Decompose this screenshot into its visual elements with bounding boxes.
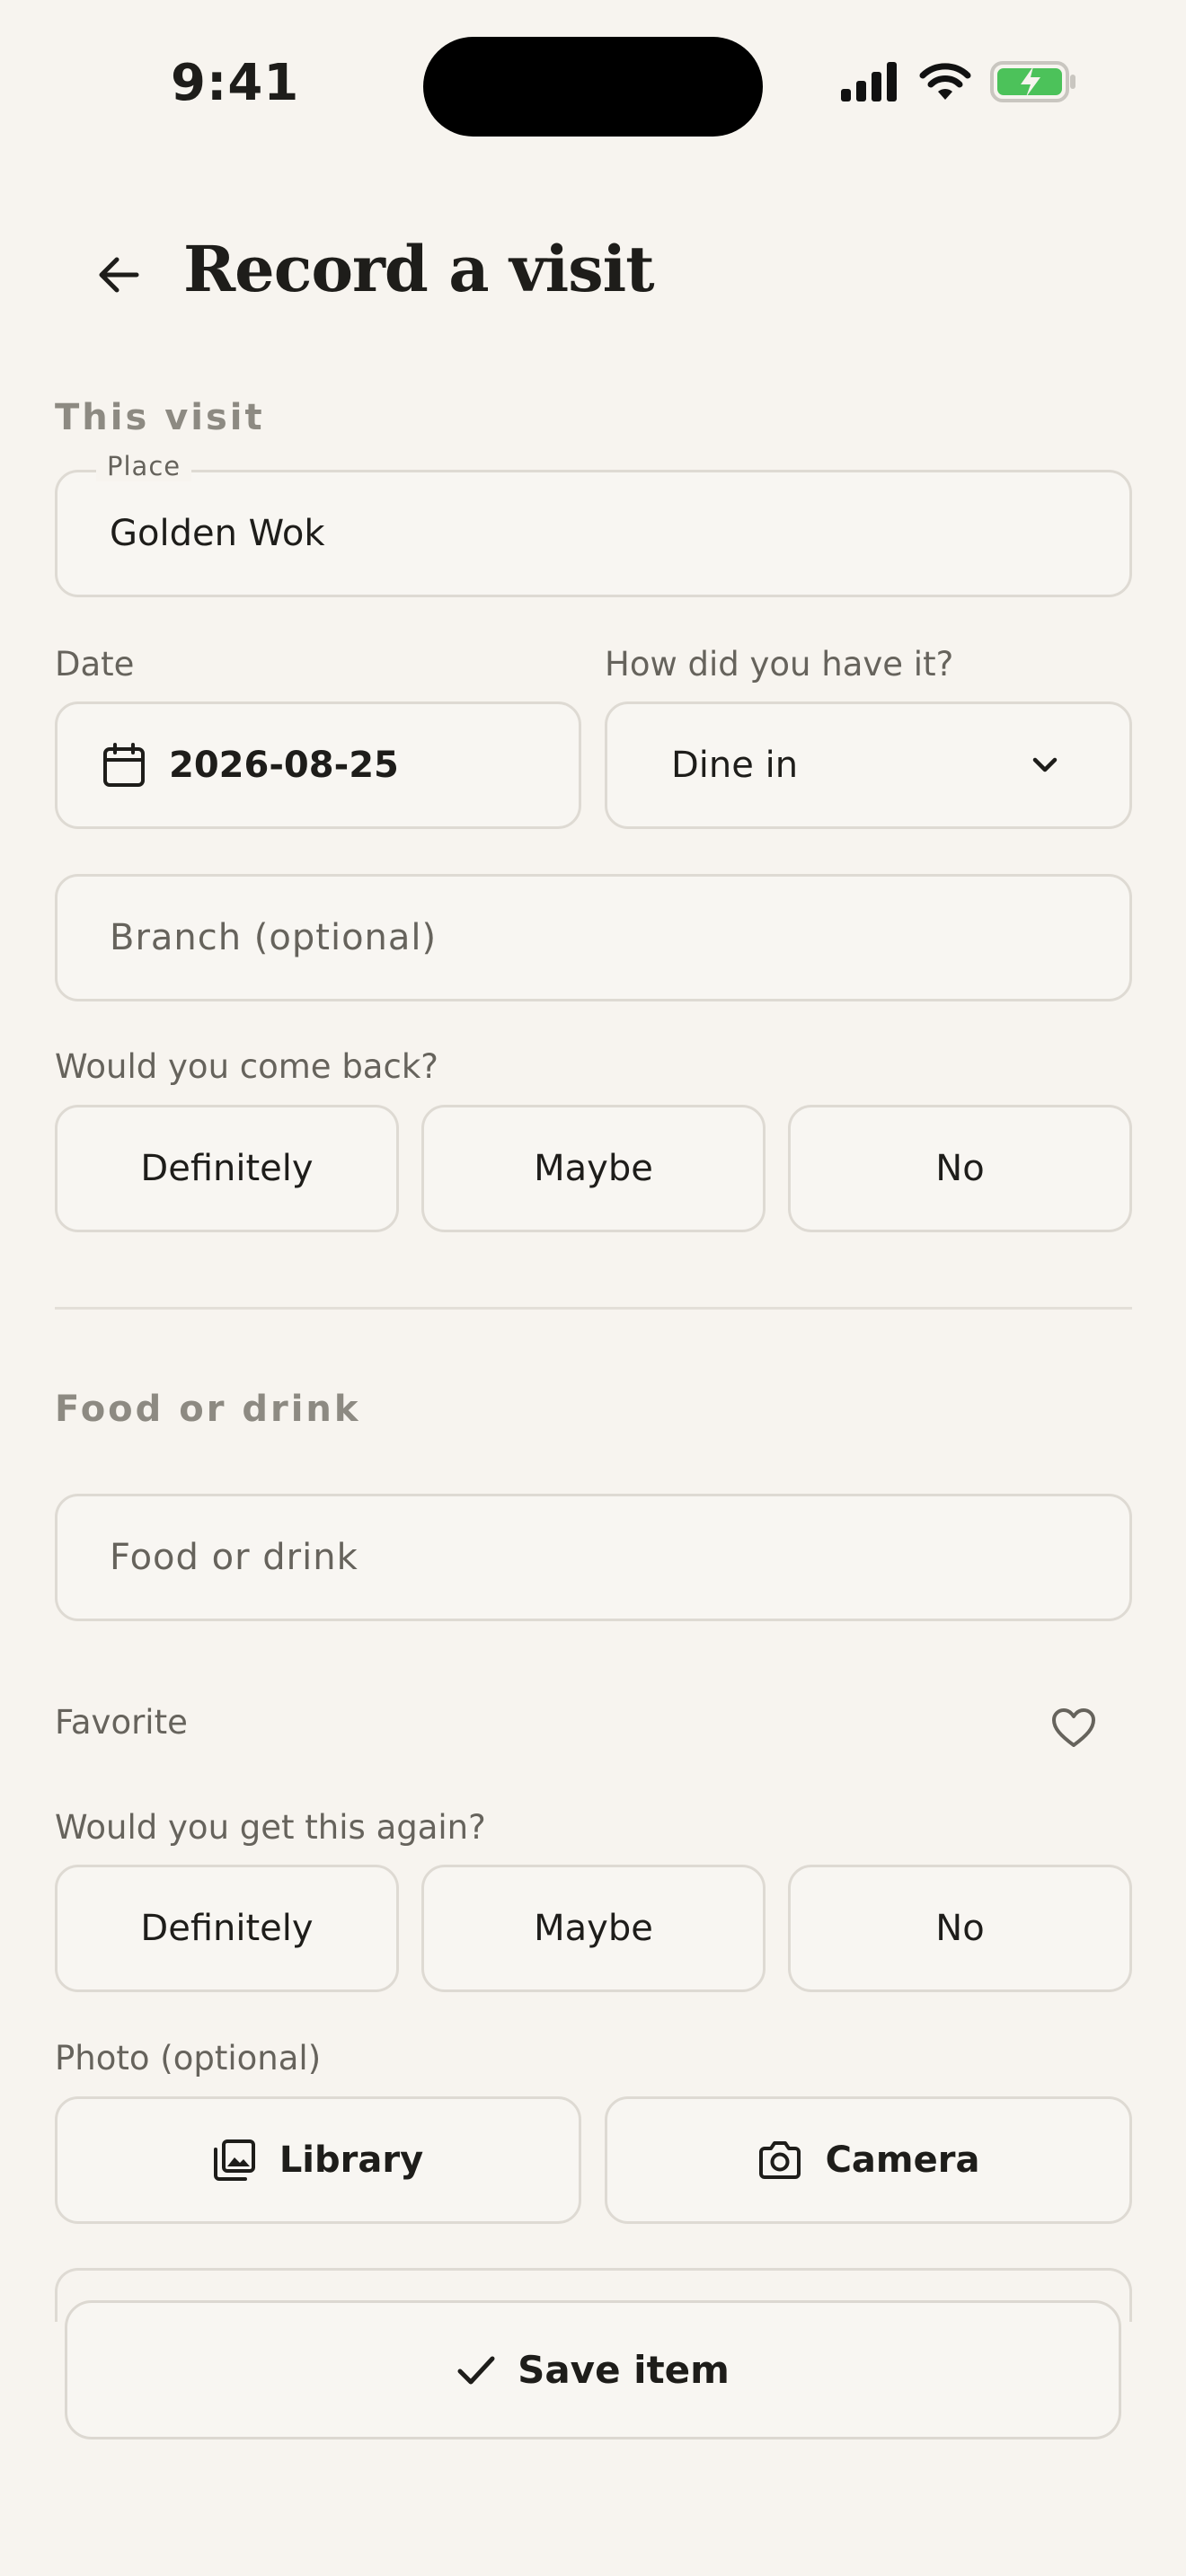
section-label-food: Food or drink	[55, 1389, 361, 1430]
come-back-definitely-button[interactable]: Definitely	[55, 1105, 399, 1232]
battery-charging-icon	[990, 61, 1075, 102]
photo-label: Photo (optional)	[55, 2039, 322, 2078]
camera-label: Camera	[825, 2139, 980, 2181]
again-maybe-label: Maybe	[534, 1908, 653, 1949]
place-value: Golden Wok	[110, 513, 325, 554]
come-back-maybe-button[interactable]: Maybe	[421, 1105, 766, 1232]
place-label: Place	[96, 451, 192, 481]
how-select[interactable]: Dine in	[605, 701, 1132, 829]
photo-library-button[interactable]: Library	[55, 2096, 581, 2224]
come-back-no-button[interactable]: No	[788, 1105, 1132, 1232]
chevron-down-icon	[1032, 757, 1058, 772]
date-field[interactable]: 2026-08-25	[55, 701, 581, 829]
favorite-label: Favorite	[55, 1703, 188, 1742]
how-value: Dine in	[671, 745, 799, 786]
again-no-label: No	[935, 1908, 985, 1949]
section-divider	[55, 1307, 1132, 1310]
arrow-left-icon	[99, 257, 139, 293]
come-back-definitely-label: Definitely	[140, 1148, 314, 1189]
again-definitely-label: Definitely	[140, 1908, 314, 1949]
again-no-button[interactable]: No	[788, 1865, 1132, 1992]
come-back-label: Would you come back?	[55, 1047, 438, 1086]
come-back-maybe-label: Maybe	[534, 1148, 653, 1189]
again-definitely-button[interactable]: Definitely	[55, 1865, 399, 1992]
page-title: Record a visit	[183, 232, 655, 306]
place-field[interactable]: Golden Wok	[55, 470, 1132, 597]
back-button[interactable]	[92, 248, 146, 302]
again-maybe-button[interactable]: Maybe	[421, 1865, 766, 1992]
checkmark-icon	[457, 2356, 495, 2384]
calendar-icon	[103, 743, 145, 787]
come-back-no-label: No	[935, 1148, 985, 1189]
favorite-toggle[interactable]	[1045, 1699, 1102, 1757]
wifi-icon	[919, 63, 971, 100]
status-icons	[839, 61, 1076, 102]
date-label: Date	[55, 645, 135, 684]
branch-input[interactable]: Branch (optional)	[55, 874, 1132, 1001]
date-value: 2026-08-25	[169, 745, 399, 786]
again-label: Would you get this again?	[55, 1808, 486, 1847]
photo-library-icon	[213, 2139, 255, 2181]
food-name-input[interactable]: Food or drink	[55, 1494, 1132, 1621]
save-item-label: Save item	[518, 2348, 730, 2392]
food-name-placeholder: Food or drink	[110, 1537, 358, 1578]
save-item-button[interactable]: Save item	[65, 2300, 1121, 2439]
section-label-this-visit: This visit	[55, 397, 265, 438]
heart-icon	[1052, 1708, 1095, 1747]
branch-placeholder: Branch (optional)	[110, 917, 438, 958]
how-label: How did you have it?	[605, 645, 954, 684]
dynamic-island	[423, 37, 763, 137]
cellular-signal-icon	[841, 62, 897, 101]
camera-button[interactable]: Camera	[605, 2096, 1132, 2224]
status-time: 9:41	[171, 54, 300, 112]
library-label: Library	[279, 2139, 424, 2181]
camera-icon	[758, 2141, 801, 2179]
